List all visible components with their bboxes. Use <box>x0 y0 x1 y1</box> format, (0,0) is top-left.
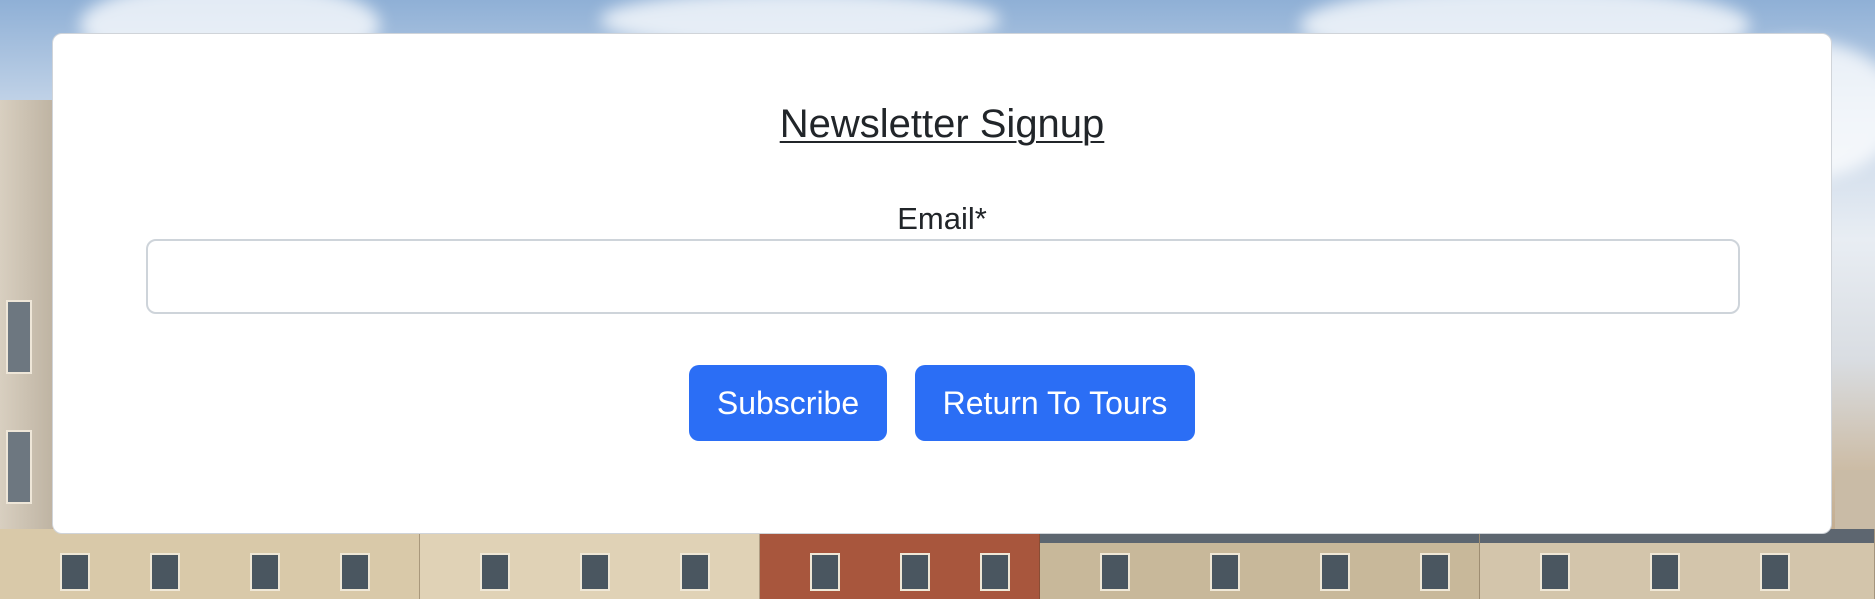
return-to-tours-button[interactable]: Return To Tours <box>915 365 1195 441</box>
building-row <box>0 529 1875 599</box>
building-left <box>0 100 52 550</box>
email-field[interactable] <box>146 239 1740 314</box>
page-title: Newsletter Signup <box>779 102 1105 146</box>
newsletter-card: Newsletter Signup Email* Subscribe Retur… <box>52 33 1832 534</box>
form-actions: Subscribe Return To Tours <box>53 365 1831 441</box>
email-label: Email* <box>897 201 987 236</box>
subscribe-button[interactable]: Subscribe <box>689 365 887 441</box>
